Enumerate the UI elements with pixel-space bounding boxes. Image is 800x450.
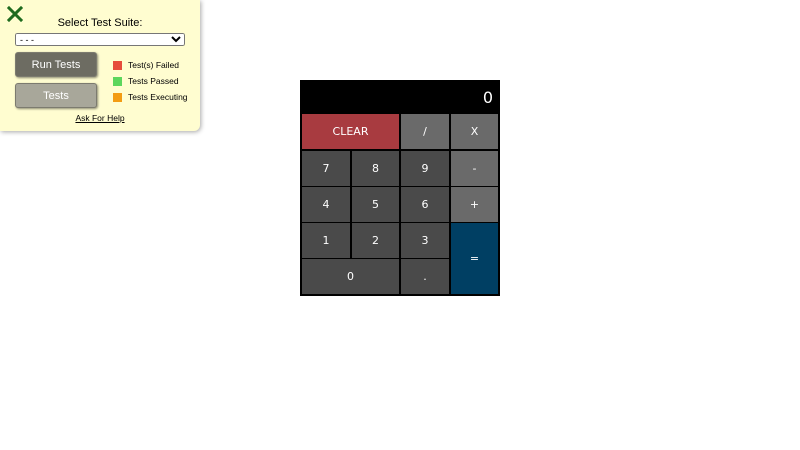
executing-swatch xyxy=(113,92,122,102)
minus-button[interactable]: - xyxy=(451,151,498,186)
legend-item-executing: Tests Executing xyxy=(113,89,188,105)
ask-for-help-link[interactable]: Ask For Help xyxy=(0,113,200,123)
calculator-display: 0 xyxy=(300,80,500,114)
digit-4-button[interactable]: 4 xyxy=(302,187,350,222)
digit-1-button[interactable]: 1 xyxy=(302,223,350,258)
failed-swatch xyxy=(113,60,122,70)
equals-button[interactable]: = xyxy=(451,223,498,294)
digit-6-button[interactable]: 6 xyxy=(401,187,449,222)
plus-button[interactable]: + xyxy=(451,187,498,222)
decimal-button[interactable]: . xyxy=(401,259,449,294)
legend-label: Tests Passed xyxy=(128,76,179,86)
legend-item-passed: Tests Passed xyxy=(113,73,188,89)
passed-swatch xyxy=(113,76,122,86)
multiply-button[interactable]: X xyxy=(451,114,498,149)
legend-label: Test(s) Failed xyxy=(128,60,180,70)
run-tests-button[interactable]: Run Tests xyxy=(15,52,97,77)
divide-button[interactable]: / xyxy=(401,114,449,149)
digit-7-button[interactable]: 7 xyxy=(302,151,350,186)
digit-9-button[interactable]: 9 xyxy=(401,151,449,186)
digit-2-button[interactable]: 2 xyxy=(352,223,399,258)
calculator: 0 CLEAR / X 7 8 9 - 4 5 6 + 1 2 3 = 0 . xyxy=(300,80,500,296)
test-panel: Select Test Suite: - - - Run Tests Tests… xyxy=(0,0,200,131)
legend-item-failed: Test(s) Failed xyxy=(113,57,188,73)
test-legend: Test(s) Failed Tests Passed Tests Execut… xyxy=(113,57,188,105)
tests-button[interactable]: Tests xyxy=(15,83,97,108)
suite-title: Select Test Suite: xyxy=(57,17,143,29)
clear-button[interactable]: CLEAR xyxy=(302,114,399,149)
digit-3-button[interactable]: 3 xyxy=(401,223,449,258)
digit-8-button[interactable]: 8 xyxy=(352,151,399,186)
digit-0-button[interactable]: 0 xyxy=(302,259,399,294)
digit-5-button[interactable]: 5 xyxy=(352,187,399,222)
legend-label: Tests Executing xyxy=(128,92,188,102)
test-suite-select[interactable]: - - - xyxy=(15,33,185,46)
